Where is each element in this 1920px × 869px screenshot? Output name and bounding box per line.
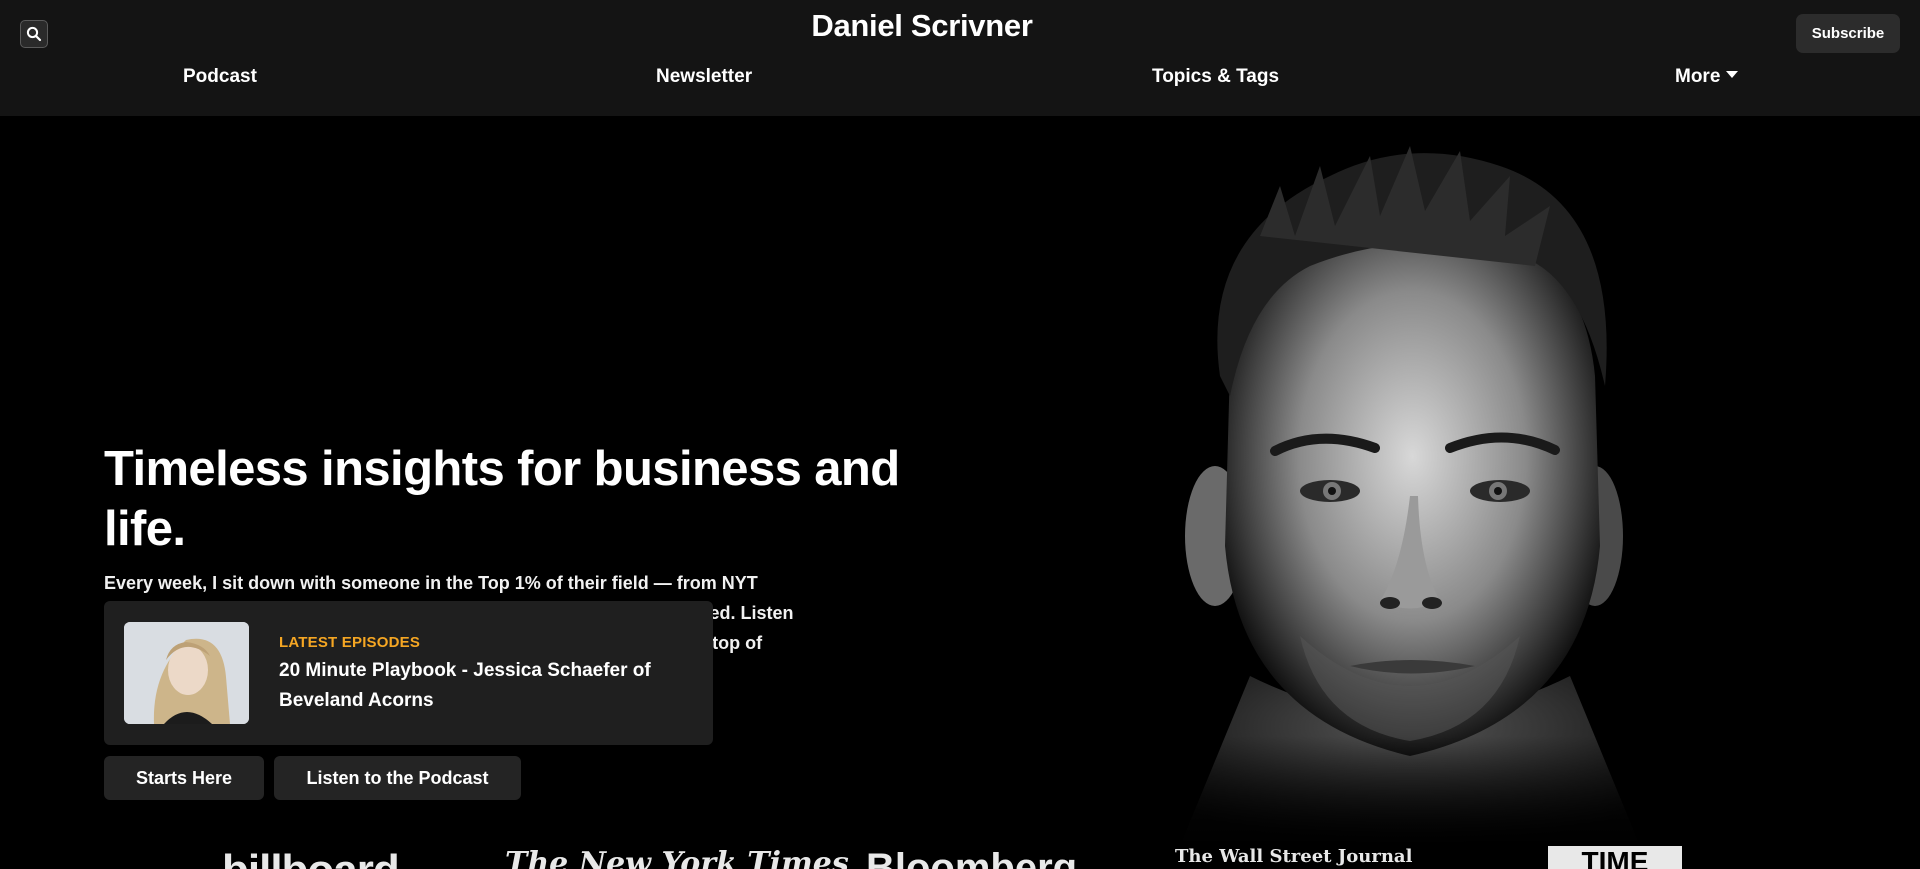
episode-title[interactable]: 20 Minute Playbook - Jessica Schaefer of… [279, 656, 679, 716]
nav-item-topics-tags[interactable]: Topics & Tags [1152, 66, 1279, 88]
nav-item-label: Podcast [183, 66, 257, 87]
press-logo: The Wall Street Journal [1175, 846, 1413, 867]
subscribe-button[interactable]: Subscribe [1796, 14, 1900, 53]
listen-podcast-button[interactable]: Listen to the Podcast [274, 756, 521, 800]
episode-thumbnail [124, 622, 249, 724]
site-header: Daniel Scrivner Subscribe Podcast Newsle… [0, 0, 1920, 116]
main-nav: Podcast Newsletter Topics & Tags More [0, 66, 1920, 96]
nav-item-more[interactable]: More [1675, 66, 1739, 88]
site-title[interactable]: Daniel Scrivner [0, 8, 1844, 44]
latest-episodes-label: LATEST EPISODES [279, 634, 421, 651]
chevron-down-icon [1726, 71, 1739, 78]
nav-item-label: Topics & Tags [1152, 66, 1280, 87]
nav-item-podcast[interactable]: Podcast [183, 66, 257, 88]
press-logos: billboard The New York Times Bloomberg T… [0, 846, 1920, 869]
press-logo: The New York Times [505, 846, 849, 869]
starts-here-button[interactable]: Starts Here [104, 756, 264, 800]
nav-item-newsletter[interactable]: Newsletter [656, 66, 752, 88]
nav-item-label: More [1675, 66, 1721, 87]
host-portrait [1080, 116, 1740, 846]
press-logo: billboard [222, 846, 400, 869]
press-logo: TIME [1548, 846, 1682, 869]
press-logo: Bloomberg [866, 846, 1078, 869]
page-title: Timeless insights for business and life. [104, 442, 900, 556]
nav-item-label: Newsletter [656, 66, 753, 87]
latest-episode-card[interactable]: LATEST EPISODES 20 Minute Playbook - Jes… [104, 601, 713, 745]
